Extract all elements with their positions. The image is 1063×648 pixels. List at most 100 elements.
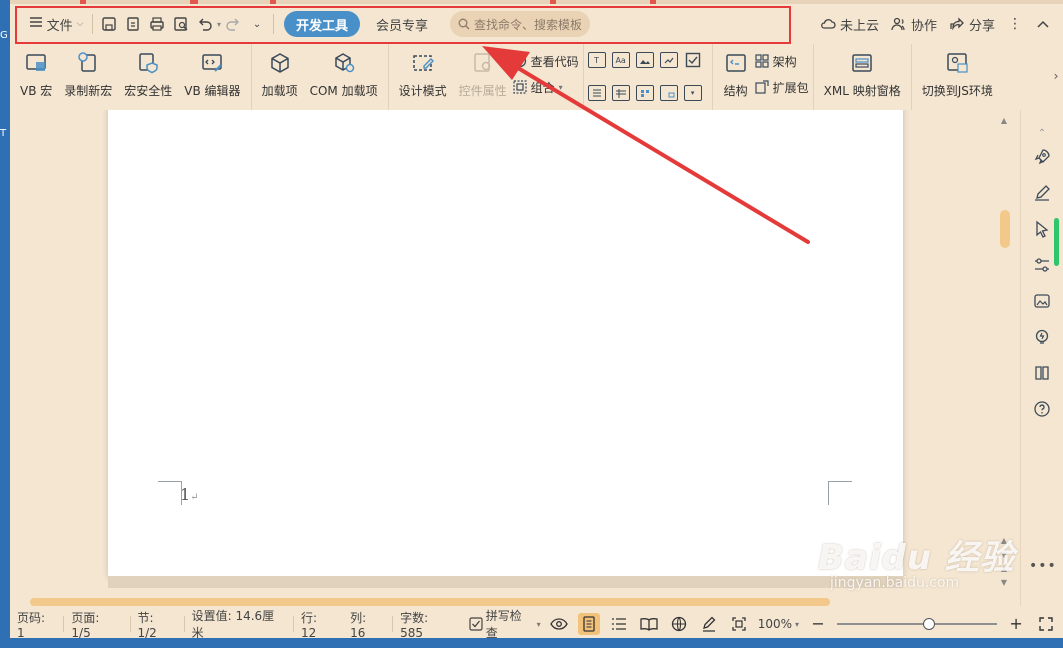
write-mode-button[interactable]	[698, 613, 720, 635]
combine-button[interactable]: 组合 ▾	[513, 78, 579, 96]
pen-tool-button[interactable]	[1031, 182, 1053, 204]
web-view-button[interactable]	[668, 613, 690, 635]
switch-to-js-button[interactable]: 切换到JS环境	[916, 44, 999, 110]
document-page[interactable]: 1↵	[108, 110, 903, 576]
print-button[interactable]	[145, 11, 169, 37]
structure-button[interactable]: 结构	[717, 44, 755, 110]
share-label: 分享	[968, 18, 995, 34]
expansion-pack-button[interactable]: 扩展包	[755, 78, 809, 96]
pen-icon	[1035, 185, 1050, 201]
xml-mapping-pane-button[interactable]: XML 映射窗格	[818, 44, 907, 110]
collaborate-button[interactable]: 协作	[891, 11, 937, 37]
print-preview-icon	[174, 17, 188, 31]
tab-developer-tools[interactable]: 开发工具	[284, 11, 361, 37]
record-macro-button[interactable]: 录制新宏	[58, 44, 118, 110]
spell-check-button[interactable]: 拼写检查 ▾	[462, 609, 548, 640]
share-button[interactable]: 分享	[949, 11, 995, 37]
expansion-pack-label: 扩展包	[772, 80, 809, 95]
tab-member-exclusive[interactable]: 会员专享	[364, 11, 440, 37]
vb-editor-button[interactable]: VB 编辑器	[178, 44, 246, 110]
scroll-up-icon[interactable]: ▲	[998, 114, 1010, 126]
page-view-button[interactable]	[577, 613, 600, 635]
zoom-in-button[interactable]: +	[1005, 613, 1027, 635]
vertical-scrollbar[interactable]: ▲ ▲ ▼ ▲ ▼	[998, 110, 1010, 596]
page-number-text[interactable]: 1↵	[180, 485, 199, 504]
print-preview-button[interactable]	[169, 11, 193, 37]
adjust-tool-button[interactable]	[1031, 254, 1053, 276]
status-section[interactable]: 节: 1/2	[131, 610, 184, 640]
developer-ribbon: VB 宏 录制新宏 宏安全性 VB 编辑器 加载项 COM 加载项 设计模式 控…	[10, 44, 1063, 110]
fullscreen-button[interactable]	[1035, 613, 1057, 635]
architecture-button[interactable]: 架构	[755, 52, 809, 70]
rocket-tool-button[interactable]	[1031, 146, 1053, 168]
com-addin-icon	[331, 50, 357, 76]
undo-button[interactable]	[193, 11, 217, 37]
file-menu-button[interactable]: 文件 ⌵	[24, 11, 88, 37]
search-icon	[458, 18, 470, 30]
eye-protection-button[interactable]	[548, 613, 570, 635]
ribbon-scroll-right-button[interactable]: ›	[1049, 62, 1063, 90]
quick-access-bar: 文件 ⌵ ▾ ⌄ 开发工具 会员专享 查找命令、搜索模板 未上云 协作 分享 ⋮	[10, 4, 1063, 44]
vb-editor-icon	[199, 50, 225, 76]
margin-mark-left	[158, 481, 182, 505]
customize-toolbar-button[interactable]: ⌄	[245, 11, 269, 37]
status-setting-value[interactable]: 设置值: 14.6厘米	[185, 609, 293, 640]
picture-control-icon[interactable]	[659, 52, 678, 68]
building-block-control-icon[interactable]	[635, 85, 654, 101]
view-code-button[interactable]: 查看代码	[513, 52, 579, 70]
inspiration-tool-button[interactable]	[1031, 326, 1053, 348]
table-control-icon[interactable]	[611, 85, 630, 101]
command-search-box[interactable]: 查找命令、搜索模板	[450, 11, 591, 37]
reader-tool-button[interactable]	[1031, 362, 1053, 384]
scroll-to-top-button[interactable]: ⌃	[1031, 122, 1053, 144]
spell-check-label: 拼写检查	[485, 609, 522, 640]
chevron-up-icon	[1037, 20, 1049, 28]
list-control-icon[interactable]	[587, 85, 606, 101]
search-placeholder: 查找命令、搜索模板	[474, 17, 583, 32]
rich-text-control-icon[interactable]: Aa	[611, 52, 630, 68]
document-canvas[interactable]: 1↵	[10, 110, 1010, 596]
control-properties-button[interactable]: 控件属性	[453, 44, 513, 110]
cloud-status-button[interactable]: 未上云	[820, 11, 879, 37]
zoom-out-button[interactable]: −	[807, 613, 829, 635]
vertical-scroll-thumb[interactable]	[1000, 210, 1010, 248]
cloud-status-label: 未上云	[839, 18, 879, 34]
image-control-icon[interactable]	[635, 52, 654, 68]
text-control-icon[interactable]: T	[587, 52, 606, 68]
zoom-level-dropdown[interactable]: 100% ▾	[758, 610, 799, 638]
select-tool-button[interactable]	[1031, 218, 1053, 240]
horizontal-scroll-thumb[interactable]	[30, 598, 830, 606]
status-word-count[interactable]: 字数: 585	[393, 610, 462, 640]
status-line[interactable]: 行: 12	[294, 610, 343, 640]
help-button[interactable]	[1031, 398, 1053, 420]
redo-button[interactable]	[221, 11, 245, 37]
vb-macro-button[interactable]: VB 宏	[14, 44, 58, 110]
addins-button[interactable]: 加载项	[256, 44, 304, 110]
design-mode-button[interactable]: 设计模式	[393, 44, 453, 110]
macro-security-button[interactable]: 宏安全性	[118, 44, 178, 110]
outline-view-button[interactable]	[608, 613, 630, 635]
cube-icon	[267, 50, 293, 76]
export-pdf-button[interactable]	[121, 11, 145, 37]
sidebar-more-button[interactable]: •••	[1029, 558, 1056, 574]
control-properties-label: 控件属性	[458, 84, 507, 98]
chevron-right-icon: ›	[1053, 69, 1059, 83]
fit-page-button[interactable]	[728, 613, 750, 635]
more-options-button[interactable]: ⋮	[1007, 11, 1023, 37]
status-page-code[interactable]: 页码: 1	[10, 610, 63, 640]
com-addins-button[interactable]: COM 加载项	[304, 44, 384, 110]
save-icon	[102, 17, 116, 31]
frame-control-icon[interactable]	[659, 85, 678, 101]
combine-label: 组合	[530, 80, 555, 95]
collapse-ribbon-button[interactable]	[1035, 11, 1051, 37]
status-column[interactable]: 列: 16	[343, 610, 392, 640]
record-macro-icon	[75, 50, 101, 76]
save-button[interactable]	[97, 11, 121, 37]
checkbox-control-icon[interactable]	[684, 52, 702, 68]
zoom-slider[interactable]	[837, 618, 998, 630]
reading-view-button[interactable]	[638, 613, 660, 635]
status-page[interactable]: 页面: 1/5	[64, 610, 129, 640]
image-tool-button[interactable]	[1031, 290, 1053, 312]
dropdown-control-icon[interactable]: ▾	[683, 85, 702, 101]
zoom-slider-knob[interactable]	[923, 618, 936, 630]
